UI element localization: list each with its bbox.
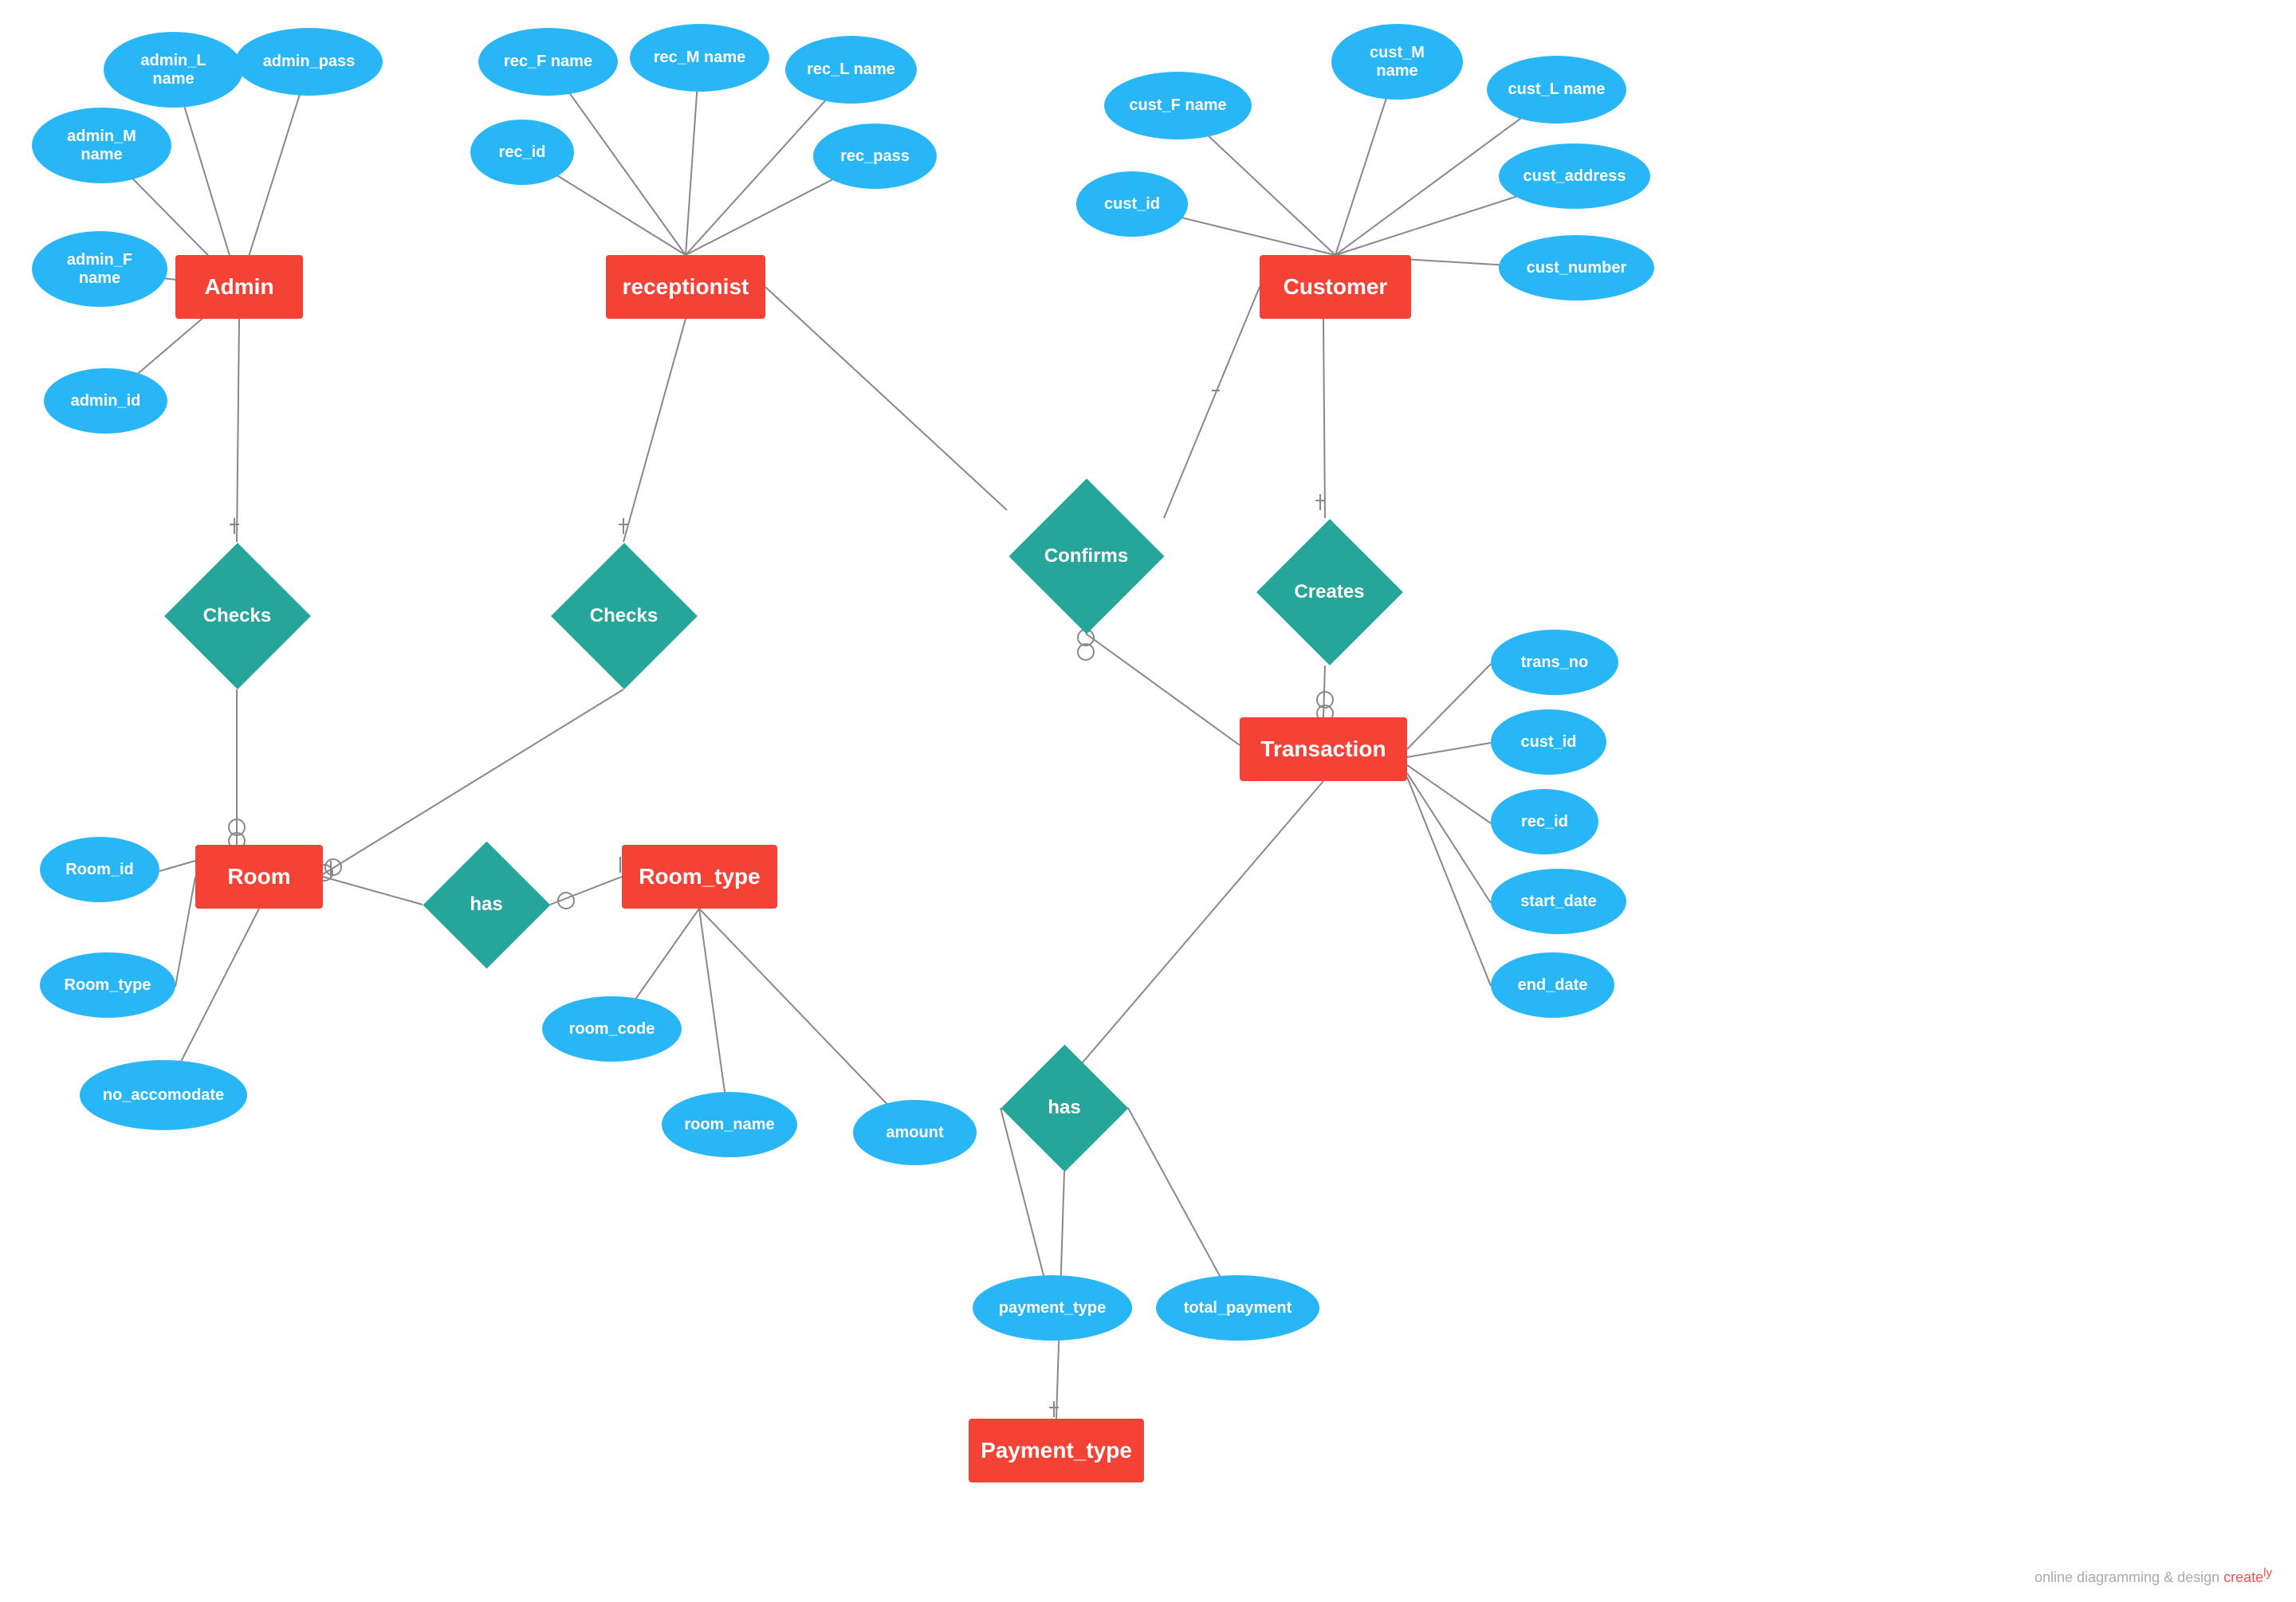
rec-pass-attr: rec_pass bbox=[813, 124, 937, 189]
cust-id-trans-attr: cust_id bbox=[1491, 709, 1606, 775]
rec-f-name-attr: rec_F name bbox=[478, 28, 618, 96]
cust-address-attr: cust_address bbox=[1499, 143, 1650, 209]
rec-id-trans-attr: rec_id bbox=[1491, 789, 1598, 854]
admin-pass-attr: admin_pass bbox=[235, 28, 383, 96]
room-type-entity: Room_type bbox=[622, 845, 777, 909]
trans-no-attr: trans_no bbox=[1491, 630, 1618, 695]
admin-f-name-attr: admin_Fname bbox=[32, 231, 167, 307]
room-id-attr: Room_id bbox=[40, 837, 159, 902]
cust-f-name-attr: cust_F name bbox=[1104, 72, 1252, 139]
watermark: online diagramming & design creately bbox=[2035, 1566, 2272, 1586]
no-accomodate-attr: no_accomodate bbox=[80, 1060, 247, 1130]
admin-id-attr: admin_id bbox=[44, 368, 167, 434]
payment-type-entity: Payment_type bbox=[969, 1419, 1144, 1482]
cust-id-attr: cust_id bbox=[1076, 171, 1188, 237]
cust-l-name-attr: cust_L name bbox=[1487, 56, 1626, 124]
admin-l-name-attr: admin_Lname bbox=[104, 32, 243, 108]
confirms-relationship: Confirms bbox=[1008, 478, 1164, 634]
payment-type-attr: payment_type bbox=[973, 1275, 1132, 1341]
rec-m-name-attr: rec_M name bbox=[630, 24, 769, 92]
admin-entity: Admin bbox=[175, 255, 303, 319]
receptionist-entity: receptionist bbox=[606, 255, 765, 319]
checks-admin-relationship: Checks bbox=[163, 542, 311, 689]
checks-rec-relationship: Checks bbox=[550, 542, 698, 689]
connection-lines bbox=[0, 0, 2296, 1602]
amount-attr: amount bbox=[853, 1100, 977, 1165]
room-entity: Room bbox=[195, 845, 323, 909]
room-type-attr: Room_type bbox=[40, 952, 175, 1018]
room-code-attr: room_code bbox=[542, 996, 682, 1062]
end-date-attr: end_date bbox=[1491, 952, 1614, 1018]
transaction-entity: Transaction bbox=[1240, 717, 1407, 781]
er-diagram: Admin receptionist Customer Room Room_ty… bbox=[0, 0, 2296, 1602]
rec-l-name-attr: rec_L name bbox=[785, 36, 917, 104]
cust-number-attr: cust_number bbox=[1499, 235, 1654, 300]
admin-m-name-attr: admin_Mname bbox=[32, 108, 171, 183]
room-name-attr: room_name bbox=[662, 1092, 797, 1157]
total-payment-attr: total_payment bbox=[1156, 1275, 1319, 1341]
creates-relationship: Creates bbox=[1256, 518, 1403, 666]
cust-m-name-attr: cust_Mname bbox=[1331, 24, 1463, 100]
brand-label: creately bbox=[2223, 1569, 2272, 1585]
customer-entity: Customer bbox=[1260, 255, 1411, 319]
rec-id-attr: rec_id bbox=[470, 120, 574, 185]
has-room-relationship: has bbox=[423, 841, 550, 968]
start-date-attr: start_date bbox=[1491, 869, 1626, 934]
has-trans-relationship: has bbox=[1001, 1044, 1128, 1172]
